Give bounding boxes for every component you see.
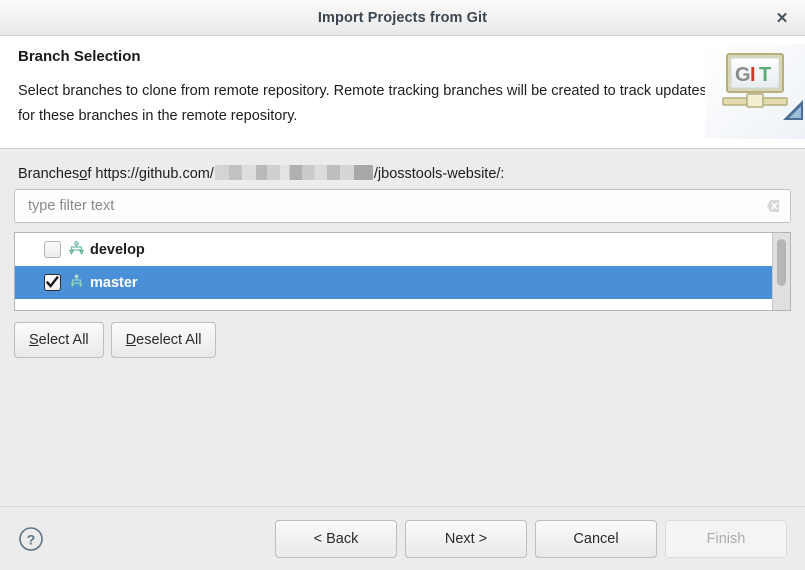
filter-placeholder: type filter text [28, 198, 115, 214]
filter-input[interactable]: type filter text [14, 189, 791, 223]
list-item-label: develop [90, 241, 145, 258]
checkmark-icon [46, 276, 59, 288]
git-branch-icon [68, 274, 85, 291]
branches-tree[interactable]: develop master [14, 232, 791, 311]
wizard-header: Branch Selection Select branches to clon… [0, 36, 805, 149]
import-projects-from-git-dialog: Import Projects from Git ✕ Branch Select… [0, 0, 805, 570]
wizard-body: Branches of https://github.com/ /jbosstoo… [0, 149, 805, 506]
branch-checkbox[interactable] [44, 274, 61, 291]
svg-text:?: ? [27, 531, 36, 547]
svg-text:I: I [750, 64, 756, 86]
close-icon[interactable]: ✕ [769, 0, 795, 35]
dialog-titlebar: Import Projects from Git ✕ [0, 0, 805, 36]
branch-checkbox[interactable] [44, 241, 61, 258]
select-all-label-rest: elect All [38, 332, 89, 348]
help-question-icon[interactable]: ? [18, 526, 44, 552]
select-all-button[interactable]: Select All [14, 322, 104, 358]
git-branch-icon [68, 241, 85, 258]
deselect-all-mnemonic: D [125, 332, 137, 348]
clear-filter-icon[interactable] [766, 199, 781, 214]
page-description: Select branches to clone from remote rep… [18, 83, 707, 124]
cancel-button[interactable]: Cancel [535, 519, 657, 558]
dialog-footer: ? < Back Next > Cancel Finish [0, 506, 805, 570]
redacted-username [214, 165, 373, 180]
svg-text:G: G [735, 64, 751, 86]
tree-scrollbar-thumb[interactable] [777, 239, 786, 286]
select-buttons-row: Select All Deselect All [14, 322, 791, 358]
branches-label-middle: f https://github.com/ [87, 166, 214, 182]
tree-scrollbar[interactable] [772, 233, 790, 310]
page-title: Branch Selection [18, 48, 141, 65]
branches-label-prefix: Branches [18, 166, 80, 182]
deselect-all-button[interactable]: Deselect All [110, 322, 217, 358]
list-item-label: master [90, 274, 138, 291]
deselect-all-label-rest: eselect All [136, 332, 202, 348]
svg-text:T: T [759, 64, 771, 86]
finish-button: Finish [665, 519, 787, 558]
branches-label-suffix: /jbosstools-website/: [373, 166, 505, 182]
branches-label-mnemonic: o [79, 166, 88, 182]
branches-label: Branches of https://github.com/ /jbosstoo… [18, 163, 791, 182]
select-all-mnemonic: S [29, 332, 39, 348]
list-item[interactable]: develop [15, 233, 772, 266]
next-button[interactable]: Next > [405, 519, 527, 558]
branches-tree-rows: develop master [15, 233, 772, 310]
dialog-title: Import Projects from Git [317, 9, 488, 26]
list-item[interactable]: master [15, 266, 772, 299]
back-button[interactable]: < Back [275, 519, 397, 558]
footer-buttons: < Back Next > Cancel Finish [275, 519, 787, 558]
git-wizard-banner-icon: G I T [705, 44, 805, 139]
